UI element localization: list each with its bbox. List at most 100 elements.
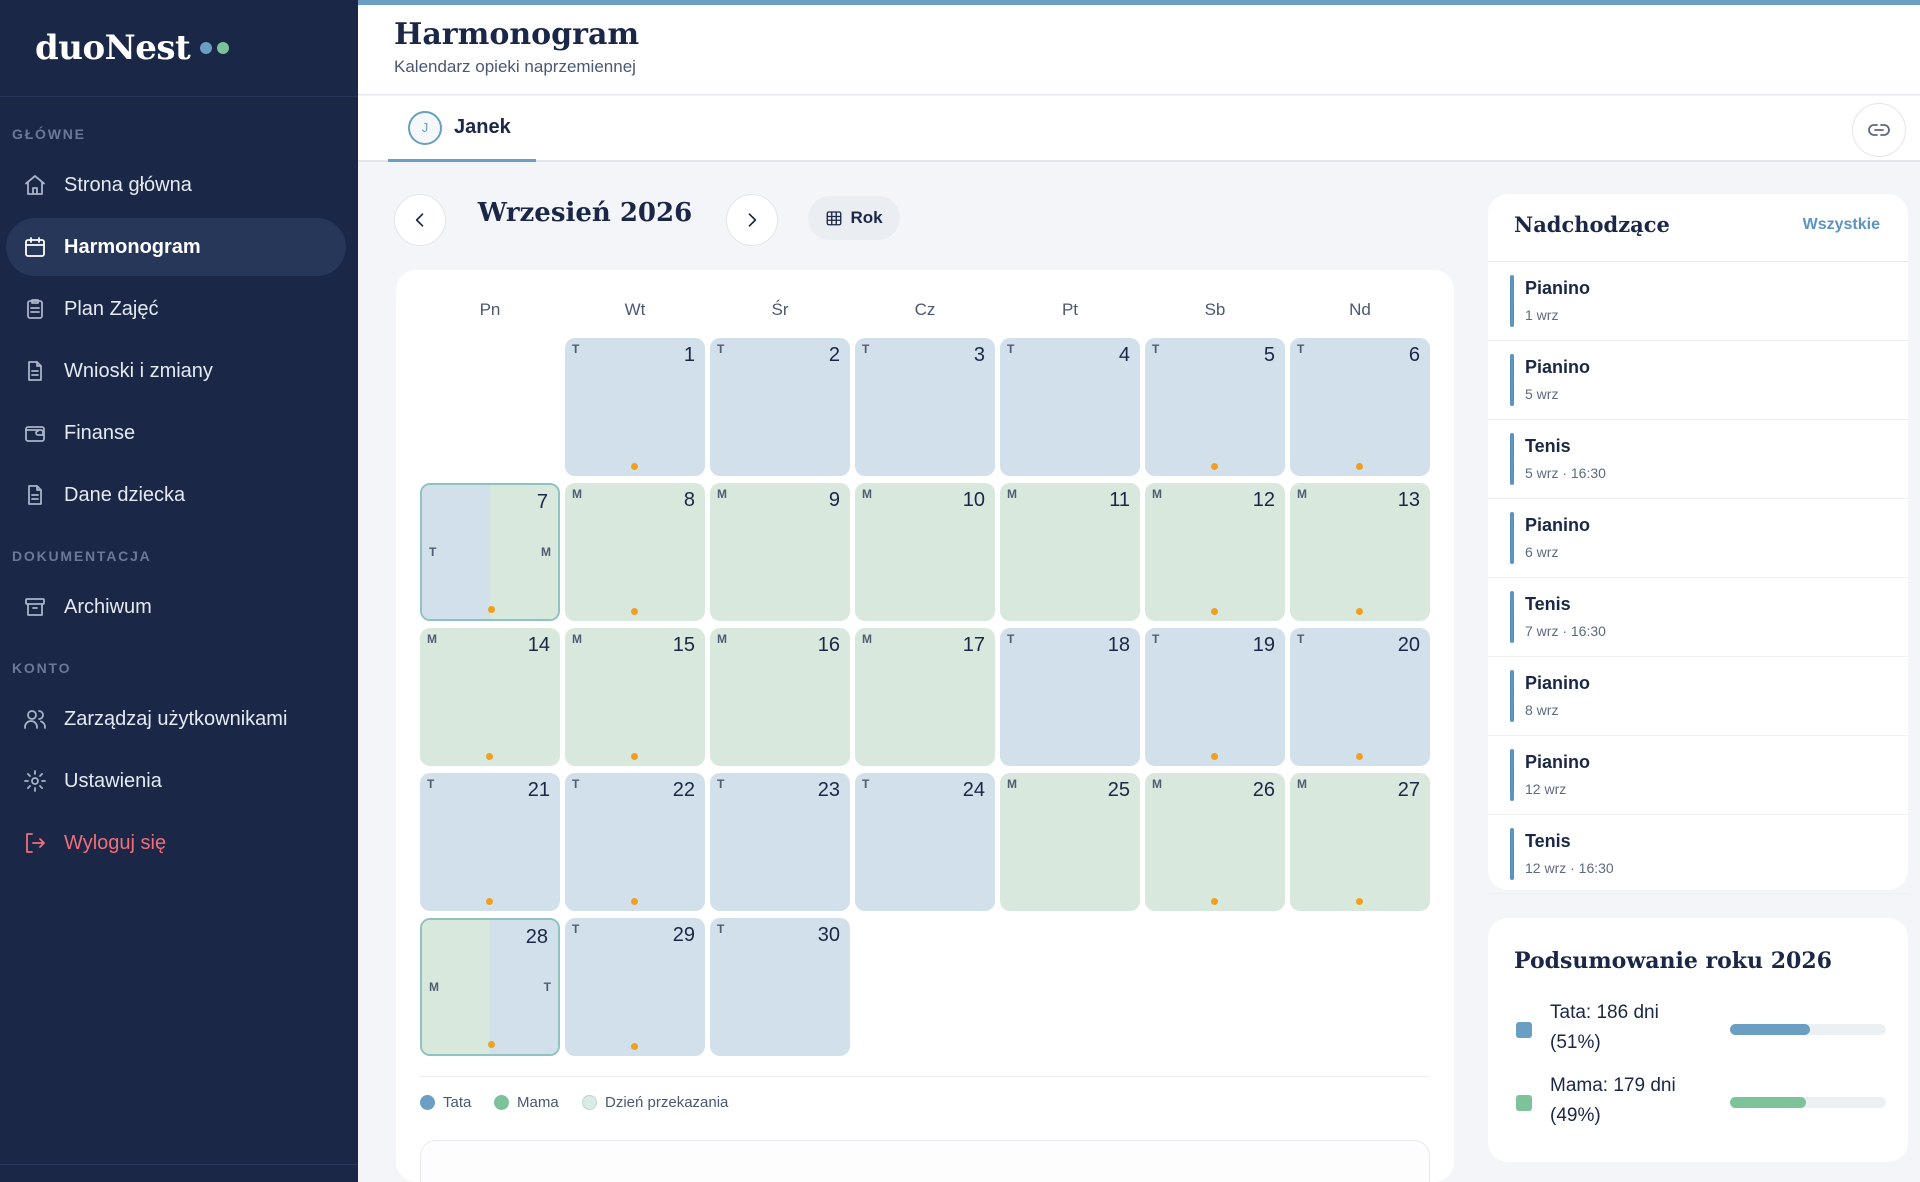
weekday-label: Cz	[914, 300, 936, 319]
calendar-day[interactable]: T4	[1000, 338, 1140, 476]
calendar-day[interactable]: T2	[710, 338, 850, 476]
calendar-day[interactable]: T 30	[710, 918, 850, 1056]
calendar-day[interactable]: M 25	[1000, 773, 1140, 911]
event-dot	[1211, 608, 1218, 615]
day-parent: T	[717, 342, 725, 356]
calendar-day[interactable]: T 21	[420, 773, 560, 911]
tab-child-janek[interactable]: J Janek	[388, 96, 536, 162]
calendar-day[interactable]: M 15	[565, 628, 705, 766]
sidebar-item-home[interactable]: Strona główna	[6, 156, 346, 214]
year-view-button[interactable]: Rok	[808, 196, 900, 240]
event-dot	[631, 1043, 638, 1050]
upcoming-event[interactable]: Pianino 6 wrz	[1488, 499, 1908, 578]
sidebar-item-settings[interactable]: Ustawienia	[6, 752, 346, 810]
calendar-day[interactable]: T 19	[1145, 628, 1285, 766]
page-title: Harmonogram	[394, 17, 640, 52]
sidebar-item-logout[interactable]: Wyloguj się	[6, 814, 346, 872]
upcoming-event[interactable]: Pianino 1 wrz	[1488, 262, 1908, 341]
calendar-day[interactable]: M 11	[1000, 483, 1140, 621]
day-parent-from: T	[429, 545, 437, 559]
calendar-day[interactable]: M 10	[855, 483, 995, 621]
upcoming-event[interactable]: Tenis 5 wrz · 16:30	[1488, 420, 1908, 499]
event-date: 5 wrz · 16:30	[1525, 465, 1606, 481]
avatar: J	[408, 110, 442, 145]
summary-row-mama: Mama: 179 dni (49%)	[1516, 1071, 1886, 1137]
upcoming-event[interactable]: Tenis 7 wrz · 16:30	[1488, 578, 1908, 657]
calendar-day[interactable]: M 27	[1290, 773, 1430, 911]
day-parent: T	[717, 777, 725, 791]
day-number: 16	[817, 634, 840, 656]
archive-icon	[22, 594, 48, 620]
logo-dot-green	[217, 42, 230, 54]
day-parent: T	[1007, 632, 1015, 646]
calendar-day[interactable]: T M 7	[420, 483, 560, 621]
page-header: Harmonogram Kalendarz opieki naprzemienn…	[358, 5, 1920, 95]
event-name: Pianino	[1525, 357, 1591, 377]
calendar-day[interactable]: M T 28	[420, 918, 560, 1056]
summary-label: Tata: 186 dni (51%)	[1550, 1002, 1659, 1053]
sidebar-item-requests[interactable]: Wnioski i zmiany	[6, 342, 346, 400]
calendar-day[interactable]: M8	[565, 483, 705, 621]
calendar-day[interactable]: T 18	[1000, 628, 1140, 766]
sidebar-item-archive[interactable]: Archiwum	[6, 578, 346, 636]
calendar-day[interactable]: M 13	[1290, 483, 1430, 621]
sidebar-item-label: Archiwum	[64, 595, 152, 618]
calendar-day[interactable]: T 29	[565, 918, 705, 1056]
logo-dot-blue	[200, 42, 213, 54]
section-account: KONTO	[12, 660, 72, 676]
child-tabs: J Janek	[358, 96, 1920, 162]
sidebar-item-label: Strona główna	[64, 173, 192, 196]
event-dot	[1211, 463, 1218, 470]
calendar-day[interactable]: M 12	[1145, 483, 1285, 621]
sidebar-item-finance[interactable]: Finanse	[6, 404, 346, 462]
calendar-day[interactable]: M 17	[855, 628, 995, 766]
sidebar-item-child-data[interactable]: Dane dziecka	[6, 466, 346, 524]
sidebar-bottom-divider	[0, 1164, 358, 1165]
share-link-button[interactable]	[1852, 103, 1906, 157]
summary-swatch	[1516, 1095, 1532, 1111]
event-accent-bar	[1510, 512, 1514, 564]
calendar-day[interactable]: M9	[710, 483, 850, 621]
sidebar-item-label: Wyloguj się	[64, 831, 167, 854]
upcoming-event[interactable]: Pianino 8 wrz	[1488, 657, 1908, 736]
next-month-button[interactable]	[726, 194, 778, 246]
upcoming-event[interactable]: Pianino 12 wrz	[1488, 736, 1908, 815]
calendar-day[interactable]: M 26	[1145, 773, 1285, 911]
weekday-label: Pt	[1061, 300, 1079, 319]
sidebar-item-activities[interactable]: Plan Zajęć	[6, 280, 346, 338]
calendar-day[interactable]: T 24	[855, 773, 995, 911]
upcoming-event[interactable]: Pianino 5 wrz	[1488, 341, 1908, 420]
calendar-day[interactable]: T3	[855, 338, 995, 476]
day-number: 18	[1107, 634, 1130, 656]
sidebar-item-users[interactable]: Zarządzaj użytkownikami	[6, 690, 346, 748]
home-icon	[22, 172, 48, 198]
calendar-day[interactable]: M 14	[420, 628, 560, 766]
calendar-day[interactable]: T1	[565, 338, 705, 476]
day-parent: T	[572, 777, 580, 791]
legend-label: Dzień przekazania	[605, 1094, 729, 1111]
event-accent-bar	[1510, 749, 1514, 801]
upcoming-event[interactable]: Tenis 12 wrz · 16:30	[1488, 815, 1908, 894]
day-number: 9	[828, 489, 840, 511]
sidebar-item-schedule[interactable]: Harmonogram	[6, 218, 346, 276]
app-logo[interactable]: duoNest	[35, 28, 230, 68]
day-number: 30	[817, 924, 840, 946]
sidebar-item-label: Finanse	[64, 421, 136, 444]
calendar-day[interactable]: T 22	[565, 773, 705, 911]
event-name: Tenis	[1525, 436, 1571, 456]
calendar-day[interactable]: T 23	[710, 773, 850, 911]
event-dot	[1356, 463, 1363, 470]
event-date: 12 wrz	[1525, 781, 1567, 797]
prev-month-button[interactable]	[394, 194, 446, 246]
calendar-day[interactable]: T5	[1145, 338, 1285, 476]
link-icon	[1868, 124, 1890, 136]
see-all-link[interactable]: Wszystkie	[1803, 216, 1880, 234]
calendar-day[interactable]: T6	[1290, 338, 1430, 476]
calendar-day[interactable]: T 20	[1290, 628, 1430, 766]
calendar-day[interactable]: M 16	[710, 628, 850, 766]
day-number: 11	[1109, 489, 1130, 511]
year-summary-panel: Podsumowanie roku 2026 Tata: 186 dni (51…	[1488, 918, 1908, 1162]
event-accent-bar	[1510, 828, 1514, 880]
day-parent: T	[1297, 342, 1305, 356]
clipboard-icon	[22, 296, 48, 322]
